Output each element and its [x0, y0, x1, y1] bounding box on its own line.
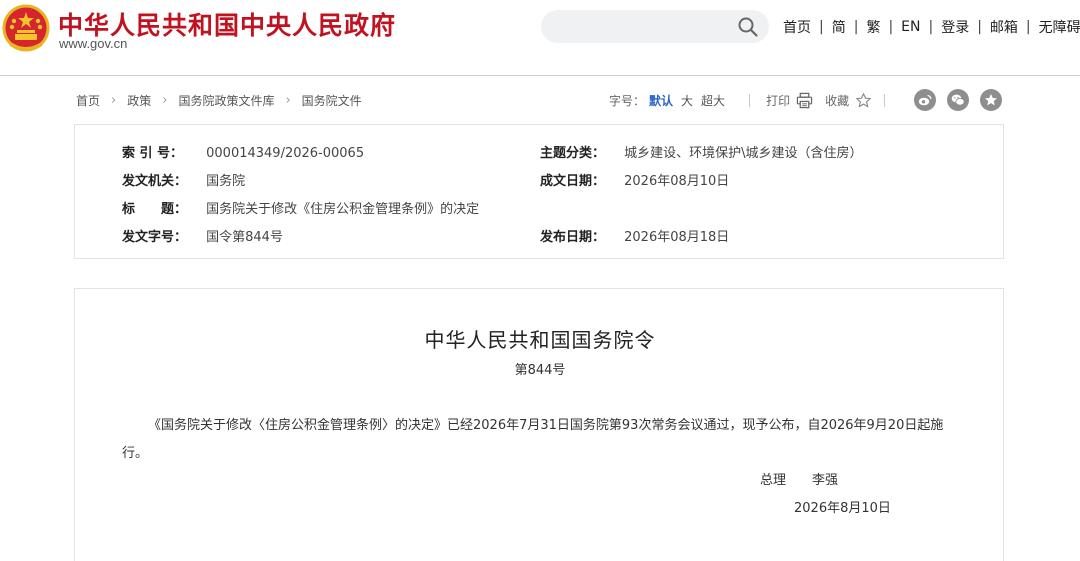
meta-issuer-label: 发文机关：	[122, 174, 188, 189]
meta-index: 索 引 号： 000014349/2026-00065	[122, 142, 364, 161]
meta-topic-value: 城乡建设、环境保护\城乡建设（含住房）	[624, 146, 863, 161]
star-circle-icon	[985, 94, 997, 106]
signing-date: 2026年8月10日	[794, 501, 891, 516]
star-outline-icon[interactable]	[855, 92, 872, 109]
meta-doc-number: 发文字号： 国令第844号	[122, 226, 283, 245]
print-link[interactable]: 打印	[766, 92, 790, 109]
top-nav: 首页 | 简 | 繁 | EN | 登录 | 邮箱 | 无障碍	[783, 17, 1080, 37]
national-emblem-icon[interactable]	[2, 4, 50, 54]
meta-title: 标 题： 国务院关于修改《住房公积金管理条例》的决定	[122, 198, 479, 217]
nav-separator: |	[819, 19, 824, 35]
divider	[749, 93, 751, 107]
weibo-icon	[918, 94, 932, 106]
nav-english[interactable]: EN	[901, 19, 920, 35]
breadcrumb-policy[interactable]: 政策	[127, 92, 151, 109]
meta-issuer-value: 国务院	[206, 174, 246, 189]
font-size-extra-large[interactable]: 超大	[701, 92, 725, 109]
article-body: 《国务院关于修改〈住房公积金管理条例〉的决定》已经2026年7月31日国务院第9…	[122, 418, 944, 461]
meta-topic-label: 主题分类：	[540, 146, 606, 161]
nav-separator: |	[1025, 19, 1031, 35]
printer-icon[interactable]	[796, 92, 813, 109]
meta-topic: 主题分类： 城乡建设、环境保护\城乡建设（含住房）	[540, 142, 863, 161]
breadcrumb: 首页 › 政策 › 国务院政策文件库 › 国务院文件	[76, 92, 362, 109]
font-size-label: 字号：	[609, 93, 646, 108]
meta-doc-number-label: 发文字号：	[122, 230, 188, 245]
favorite-share-button[interactable]	[980, 89, 1002, 111]
meta-index-value: 000014349/2026-00065	[206, 146, 365, 161]
share-buttons	[914, 89, 1002, 111]
favorite-link[interactable]: 收藏	[825, 92, 849, 109]
meta-published: 发布日期： 2026年08月18日	[540, 226, 729, 245]
nav-separator: |	[977, 19, 982, 35]
wechat-share-button[interactable]	[947, 89, 969, 111]
chevron-right-icon: ›	[285, 93, 291, 108]
breadcrumb-home[interactable]: 首页	[76, 92, 100, 109]
site-url: www.gov.cn	[59, 36, 128, 51]
nav-accessibility[interactable]: 无障碍	[1039, 17, 1080, 37]
meta-issuer: 发文机关： 国务院	[122, 170, 245, 189]
divider	[884, 93, 886, 107]
font-size-default[interactable]: 默认	[649, 92, 673, 109]
meta-created-value: 2026年08月10日	[624, 174, 730, 189]
meta-title-label: 标 题：	[122, 202, 188, 217]
weibo-share-button[interactable]	[914, 89, 936, 111]
article-number: 第844号	[514, 363, 566, 378]
nav-simplified[interactable]: 简	[832, 17, 846, 37]
wechat-icon	[951, 94, 965, 106]
nav-login[interactable]: 登录	[941, 17, 969, 37]
meta-index-label: 索 引 号：	[122, 146, 184, 161]
font-size-large[interactable]: 大	[681, 92, 693, 109]
search-icon[interactable]	[737, 16, 759, 38]
article-title: 中华人民共和国国务院令	[424, 328, 656, 352]
chevron-right-icon: ›	[111, 93, 117, 108]
meta-title-value: 国务院关于修改《住房公积金管理条例》的决定	[206, 202, 480, 217]
site-header: 中华人民共和国中央人民政府 www.gov.cn 首页 | 简 | 繁 | EN…	[0, 0, 1080, 76]
nav-home[interactable]: 首页	[783, 17, 811, 37]
signer-name: 李强	[812, 473, 839, 488]
nav-separator: |	[888, 19, 894, 35]
nav-separator: |	[928, 19, 934, 35]
article-tools: 字号： 默认 大 超大 打印 收藏	[609, 90, 886, 110]
nav-separator: |	[853, 19, 859, 35]
search-input[interactable]	[541, 10, 769, 43]
nav-traditional[interactable]: 繁	[866, 17, 880, 37]
meta-created: 成文日期： 2026年08月10日	[540, 170, 729, 189]
meta-doc-number-value: 国令第844号	[206, 230, 283, 245]
signer: 总理 李强	[760, 469, 838, 488]
meta-published-label: 发布日期：	[540, 230, 606, 245]
meta-created-label: 成文日期：	[540, 174, 606, 189]
signer-title: 总理	[760, 473, 787, 488]
chevron-right-icon: ›	[162, 93, 168, 108]
breadcrumb-policy-library[interactable]: 国务院政策文件库	[178, 92, 274, 109]
breadcrumb-state-council-docs[interactable]: 国务院文件	[302, 92, 362, 109]
meta-published-value: 2026年08月18日	[624, 230, 730, 245]
nav-mailbox[interactable]: 邮箱	[990, 17, 1018, 37]
